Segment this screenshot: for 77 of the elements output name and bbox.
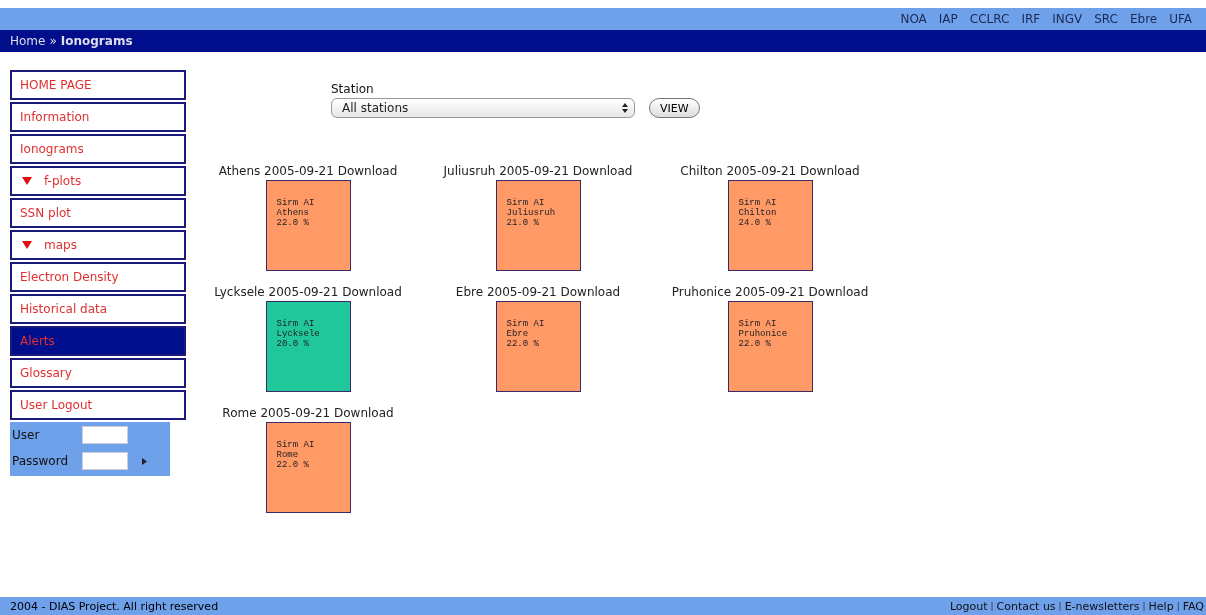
thumbnail-text: Chilton	[738, 208, 778, 218]
thumbnail-text: Juliusruh	[506, 208, 557, 218]
user-field[interactable]	[82, 426, 128, 444]
breadcrumb-separator: »	[49, 34, 57, 48]
thumbnail-text: 21.0 %	[506, 218, 540, 228]
footer-link[interactable]: Help	[1148, 599, 1174, 613]
caret-icon	[22, 177, 32, 185]
ionogram-thumbnail[interactable]: Sirm AI Pruhonice 22.0 %	[727, 301, 813, 392]
ionogram-title[interactable]: Athens 2005-09-21 Download	[218, 164, 398, 178]
link-separator: |	[1142, 601, 1146, 611]
password-label: Password	[12, 454, 70, 468]
view-button[interactable]: VIEW	[649, 98, 700, 118]
partner-link[interactable]: INGV	[1052, 12, 1083, 26]
footer-link[interactable]: Logout	[949, 599, 988, 613]
ionogram-thumbnail[interactable]: Sirm AI Athens 22.0 %	[265, 180, 351, 271]
thumbnail-text: Sirm AI	[506, 319, 546, 329]
ionogram-title[interactable]: Rome 2005-09-21 Download	[222, 406, 394, 420]
menu-item[interactable]: Glossary	[10, 358, 186, 388]
menu-item[interactable]: Historical data	[10, 294, 186, 324]
thumbnail-text: Sirm AI	[738, 319, 778, 329]
thumbnail-text: Sirm AI	[276, 319, 316, 329]
ionogram-thumbnail[interactable]: Sirm AI Juliusruh 21.0 %	[495, 180, 581, 271]
link-separator: |	[1176, 601, 1180, 611]
breadcrumb-current: Ionograms	[60, 34, 133, 48]
menu-item[interactable]: f-plots	[10, 166, 186, 196]
thumbnail-text: Sirm AI	[738, 198, 778, 208]
thumbnail-text: 24.0 %	[738, 218, 772, 228]
station-label: Station	[331, 82, 375, 96]
link-separator: |	[1058, 601, 1062, 611]
partner-link[interactable]: IAP	[938, 12, 958, 26]
copyright-text: 2004 - DIAS Project. All right reserved	[10, 599, 219, 613]
ionogram-title[interactable]: Ebre 2005-09-21 Download	[455, 285, 621, 299]
footer-link[interactable]: FAQ	[1182, 599, 1204, 613]
user-label: User	[12, 428, 41, 442]
thumbnail-text: Ebre	[506, 329, 530, 339]
thumbnail-text: Sirm AI	[506, 198, 546, 208]
partner-link[interactable]: Ebre	[1129, 12, 1158, 26]
thumbnail-text: 22.0 %	[738, 339, 772, 349]
caret-icon	[22, 241, 32, 249]
ionogram-thumbnail[interactable]: Sirm AI Rome 22.0 %	[265, 422, 351, 513]
menu-item[interactable]: Ionograms	[10, 134, 186, 164]
ionogram-title[interactable]: Chilton 2005-09-21 Download	[680, 164, 860, 178]
thumbnail-text: 22.0 %	[276, 218, 310, 228]
footer-link[interactable]: Contact us	[996, 599, 1056, 613]
submit-arrow-icon[interactable]	[142, 457, 147, 465]
menu-item[interactable]: Information	[10, 102, 186, 132]
partner-link[interactable]: UFA	[1169, 12, 1192, 26]
ionogram-thumbnail[interactable]: Sirm AI Lycksele 20.0 %	[265, 301, 351, 392]
footer-link[interactable]: E-newsletters	[1064, 599, 1140, 613]
thumbnail-text: Rome	[276, 450, 300, 460]
thumbnail-text: Lycksele	[276, 329, 321, 339]
thumbnail-text: Sirm AI	[276, 440, 316, 450]
ionogram-thumbnail[interactable]: Sirm AI Chilton 24.0 %	[727, 180, 813, 271]
station-select[interactable]: All stations	[331, 98, 635, 118]
partner-link[interactable]: NOA	[900, 12, 927, 26]
link-separator: |	[990, 601, 994, 611]
thumbnail-text: Pruhonice	[738, 329, 789, 339]
menu-item[interactable]: User Logout	[10, 390, 186, 420]
ionogram-thumbnail[interactable]: Sirm AI Ebre 22.0 %	[495, 301, 581, 392]
thumbnail-text: 20.0 %	[276, 339, 310, 349]
partner-link[interactable]: IRF	[1021, 12, 1041, 26]
menu-item[interactable]: SSN plot	[10, 198, 186, 228]
ionogram-title[interactable]: Lycksele 2005-09-21 Download	[214, 285, 402, 299]
stepper-icon	[622, 103, 628, 113]
partner-link[interactable]: CCLRC	[969, 12, 1010, 26]
partner-link[interactable]: SRC	[1094, 12, 1118, 26]
menu-item[interactable]: maps	[10, 230, 186, 260]
ionogram-title[interactable]: Juliusruh 2005-09-21 Download	[443, 164, 633, 178]
thumbnail-text: Sirm AI	[276, 198, 316, 208]
thumbnail-text: Athens	[276, 208, 310, 218]
menu-item[interactable]: HOME PAGE	[10, 70, 186, 100]
password-field[interactable]	[82, 452, 128, 470]
ionogram-title[interactable]: Pruhonice 2005-09-21 Download	[671, 285, 869, 299]
menu-item[interactable]: Electron Density	[10, 262, 186, 292]
thumbnail-text: 22.0 %	[276, 460, 310, 470]
breadcrumb-link[interactable]: Home	[10, 34, 46, 48]
thumbnail-text: 22.0 %	[506, 339, 540, 349]
